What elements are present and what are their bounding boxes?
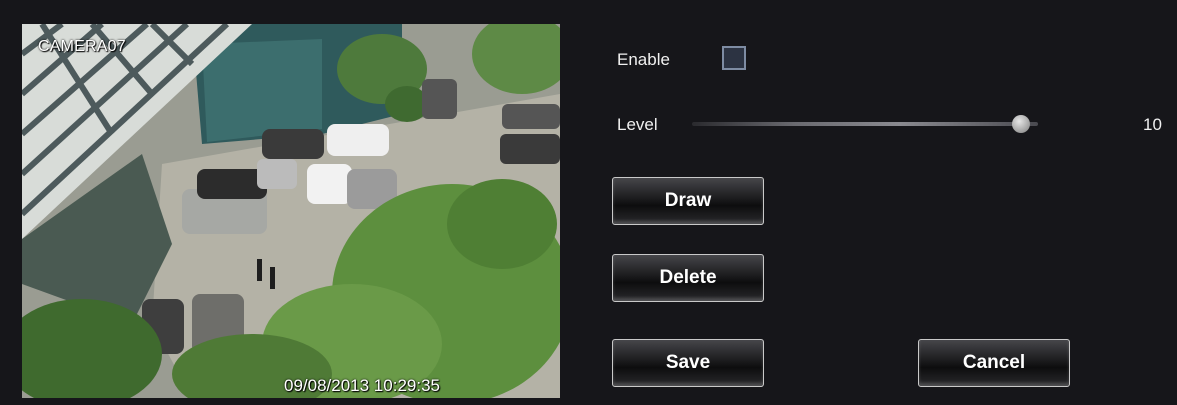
level-slider[interactable]: [692, 115, 1038, 133]
level-slider-thumb[interactable]: [1011, 115, 1030, 133]
camera-image: [22, 24, 560, 398]
level-label: Level: [617, 115, 658, 134]
enable-label: Enable: [617, 50, 670, 69]
delete-button[interactable]: Delete: [612, 254, 764, 302]
camera-preview[interactable]: CAMERA07 09/08/2013 10:29:35: [22, 24, 560, 398]
level-value: 10: [1143, 115, 1162, 134]
draw-button[interactable]: Draw: [612, 177, 764, 225]
camera-name-overlay: CAMERA07: [38, 38, 126, 55]
timestamp-overlay: 09/08/2013 10:29:35: [284, 376, 440, 395]
enable-checkbox[interactable]: [722, 46, 746, 70]
cancel-button[interactable]: Cancel: [918, 339, 1070, 387]
save-button[interactable]: Save: [612, 339, 764, 387]
